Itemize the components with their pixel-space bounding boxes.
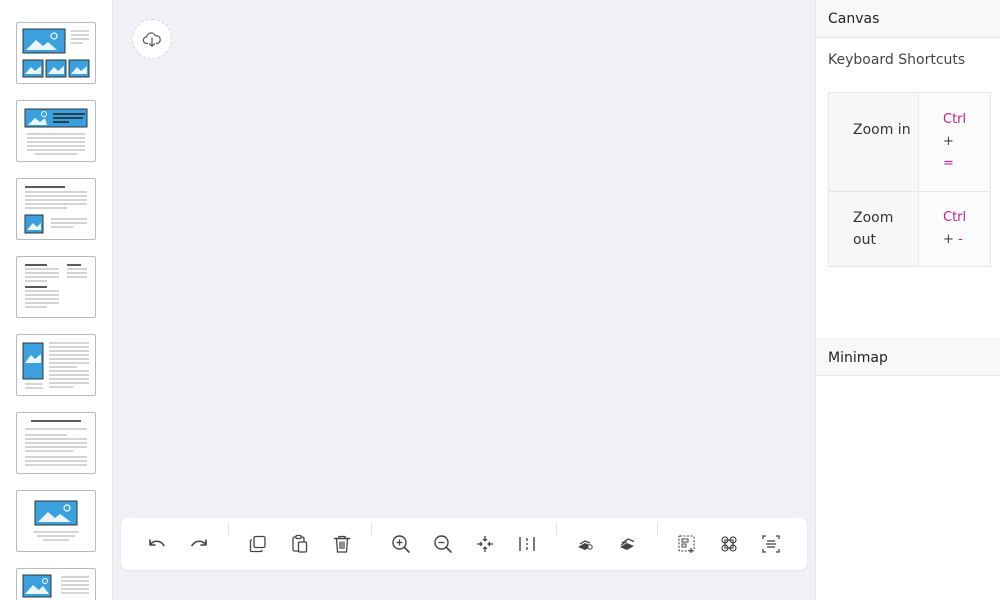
template-two-column-text[interactable] <box>16 256 96 318</box>
template-image-text-header-icon <box>24 108 88 155</box>
template-image-left-text-icon <box>22 342 89 389</box>
toolbar-separator <box>657 522 658 536</box>
canvas-panel-header[interactable]: Canvas <box>816 0 1000 38</box>
shortcuts-table: Zoom in Ctrl + = Zoom out Ctrl + - <box>828 92 991 267</box>
align-button[interactable] <box>515 532 539 556</box>
key-main: = <box>943 156 954 171</box>
shortcut-name: Zoom out <box>829 192 919 266</box>
template-text-image[interactable] <box>16 178 96 240</box>
template-image-text-header[interactable] <box>16 100 96 162</box>
copy-button[interactable] <box>246 532 270 556</box>
zoom-out-icon <box>434 535 452 553</box>
shortcut-row-zoom-out: Zoom out Ctrl + - <box>829 192 990 266</box>
template-text-only-icon <box>25 420 87 466</box>
template-image-text-bottom-icon <box>22 574 89 598</box>
template-image-grid-icon <box>22 28 90 78</box>
undo-button[interactable] <box>145 532 169 556</box>
shortcut-key: Ctrl + = <box>919 93 989 191</box>
zoom-in-button[interactable] <box>389 532 413 556</box>
key-main: - <box>958 232 963 247</box>
minimap-panel-header[interactable]: Minimap <box>816 338 1000 376</box>
toolbar-separator <box>556 522 557 536</box>
toolbar-separator <box>228 522 229 536</box>
shortcut-name: Zoom in <box>829 93 919 191</box>
template-image-left-text[interactable] <box>16 334 96 396</box>
redo-icon <box>191 539 207 547</box>
key-modifier: Ctrl <box>943 112 967 127</box>
template-image-text-bottom[interactable] <box>16 568 96 600</box>
app-root: Canvas Keyboard Shortcuts Zoom in Ctrl +… <box>0 0 1000 600</box>
ungroup-icon <box>721 536 737 552</box>
paste-button[interactable] <box>288 532 312 556</box>
delete-button[interactable] <box>330 532 354 556</box>
template-centered-image-icon <box>33 500 79 541</box>
shortcut-key: Ctrl + - <box>919 192 989 266</box>
lock-button[interactable] <box>574 532 598 556</box>
unlock-button[interactable] <box>616 532 640 556</box>
key-plus: + <box>943 134 954 149</box>
canvas-area[interactable] <box>113 0 814 600</box>
template-two-column-text-icon <box>25 264 87 308</box>
template-text-only[interactable] <box>16 412 96 474</box>
select-all-icon <box>762 535 780 553</box>
bottom-toolbar <box>121 518 807 570</box>
template-image-grid[interactable] <box>16 22 96 84</box>
shortcut-row-zoom-in: Zoom in Ctrl + = <box>829 93 990 192</box>
right-panel: Canvas Keyboard Shortcuts Zoom in Ctrl +… <box>815 0 1000 600</box>
ungroup-button[interactable] <box>717 532 741 556</box>
copy-icon <box>249 535 266 553</box>
key-modifier: Ctrl <box>943 210 967 225</box>
fit-view-icon <box>477 536 493 552</box>
delete-icon <box>333 535 351 553</box>
fit-view-button[interactable] <box>473 532 497 556</box>
cloud-download-button[interactable] <box>132 19 172 59</box>
template-centered-image[interactable] <box>16 490 96 552</box>
cloud-download-icon <box>142 32 161 47</box>
undo-icon <box>149 539 165 547</box>
template-text-image-icon <box>24 186 87 234</box>
zoom-out-button[interactable] <box>431 532 455 556</box>
unlock-icon <box>620 538 635 550</box>
redo-button[interactable] <box>187 532 211 556</box>
template-sidebar <box>0 0 113 600</box>
key-plus: + <box>943 232 954 247</box>
minimap-area[interactable] <box>816 377 1000 600</box>
group-button[interactable] <box>675 532 699 556</box>
toolbar-separator <box>371 522 372 536</box>
zoom-in-icon <box>392 535 410 553</box>
lock-icon <box>578 540 593 550</box>
paste-icon <box>292 534 308 553</box>
align-icon <box>519 537 535 551</box>
select-all-button[interactable] <box>759 532 783 556</box>
group-icon <box>678 535 695 553</box>
keyboard-shortcuts-title: Keyboard Shortcuts <box>828 52 966 68</box>
